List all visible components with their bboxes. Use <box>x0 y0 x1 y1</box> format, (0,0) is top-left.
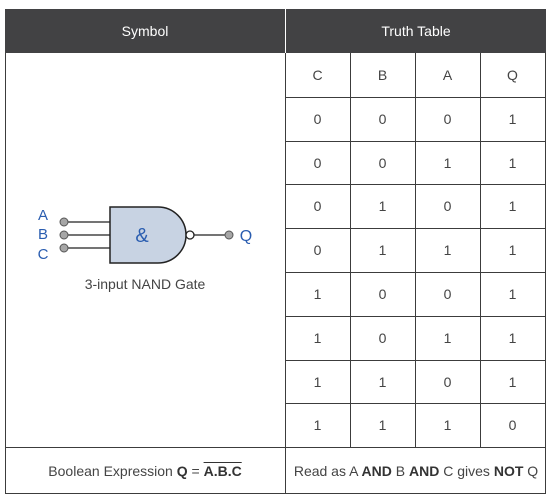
table-cell-a: 1 <box>443 155 452 171</box>
column-header-c: C <box>312 67 323 83</box>
and-symbol-icon: & <box>135 225 149 247</box>
table-cell-q: 1 <box>508 242 517 258</box>
table-cell-c: 1 <box>313 330 322 346</box>
read-as-text-1: Read as A <box>293 462 362 479</box>
read-as-text-3: C gives <box>439 462 494 479</box>
table-cell-a: 1 <box>443 417 452 433</box>
table-cell-b: 1 <box>378 198 387 214</box>
table-cell-c: 1 <box>313 417 322 433</box>
expression-equals: = <box>187 462 204 479</box>
column-header-q: Q <box>507 67 518 83</box>
table-cell-c: 0 <box>313 155 322 171</box>
table-cell-a: 1 <box>443 242 452 258</box>
table-cell-q: 1 <box>508 286 517 302</box>
read-as-and-1: AND <box>361 462 392 479</box>
column-header-a: A <box>442 67 453 83</box>
table-cell-a: 0 <box>443 111 452 127</box>
table-cell-b: 1 <box>378 417 387 433</box>
input-terminal-b <box>59 230 69 240</box>
table-cell-b: 0 <box>378 111 387 127</box>
table-cell-b: 0 <box>378 286 387 302</box>
table-cell-q: 1 <box>508 330 517 346</box>
boolean-expression: Boolean Expression Q = A.B.C <box>5 447 285 494</box>
table-cell-q: 1 <box>508 155 517 171</box>
table-cell-c: 0 <box>313 242 322 258</box>
input-label-c: C <box>38 246 49 263</box>
table-cell-q: 0 <box>508 417 517 433</box>
read-as-text-4: Q <box>523 462 539 479</box>
expression-prefix: Boolean Expression <box>48 462 177 479</box>
read-as-text-2: B <box>391 462 410 479</box>
column-header-b: B <box>377 67 388 83</box>
table-cell-q: 1 <box>508 374 517 390</box>
table-cell-c: 1 <box>313 286 322 302</box>
expression-body: A.B.C <box>203 462 242 479</box>
read-as-statement: Read as A AND B AND C gives NOT Q <box>286 447 546 494</box>
table-cell-b: 1 <box>378 242 387 258</box>
read-as-not: NOT <box>493 462 524 479</box>
table-cell-q: 1 <box>508 111 517 127</box>
table-column-line <box>545 53 546 448</box>
read-as-and-2: AND <box>409 462 440 479</box>
table-cell-c: 0 <box>313 198 322 214</box>
table-cell-c: 1 <box>313 374 322 390</box>
input-terminal-a <box>59 217 69 227</box>
table-cell-b: 0 <box>378 330 387 346</box>
output-terminal <box>224 230 234 240</box>
table-cell-a: 0 <box>443 198 452 214</box>
input-label-a: A <box>38 207 48 224</box>
table-cell-b: 0 <box>378 155 387 171</box>
inversion-bubble <box>185 230 195 240</box>
table-cell-a: 1 <box>443 330 452 346</box>
input-label-b: B <box>38 226 48 243</box>
output-label-q: Q <box>240 228 252 245</box>
table-cell-q: 1 <box>508 198 517 214</box>
table-cell-a: 0 <box>443 286 452 302</box>
table-cell-b: 1 <box>378 374 387 390</box>
input-terminal-c <box>59 243 69 253</box>
gate-caption: 3-input NAND Gate <box>84 276 206 292</box>
expression-output: Q <box>176 462 188 479</box>
table-cell-c: 0 <box>313 111 322 127</box>
table-cell-a: 0 <box>443 374 452 390</box>
